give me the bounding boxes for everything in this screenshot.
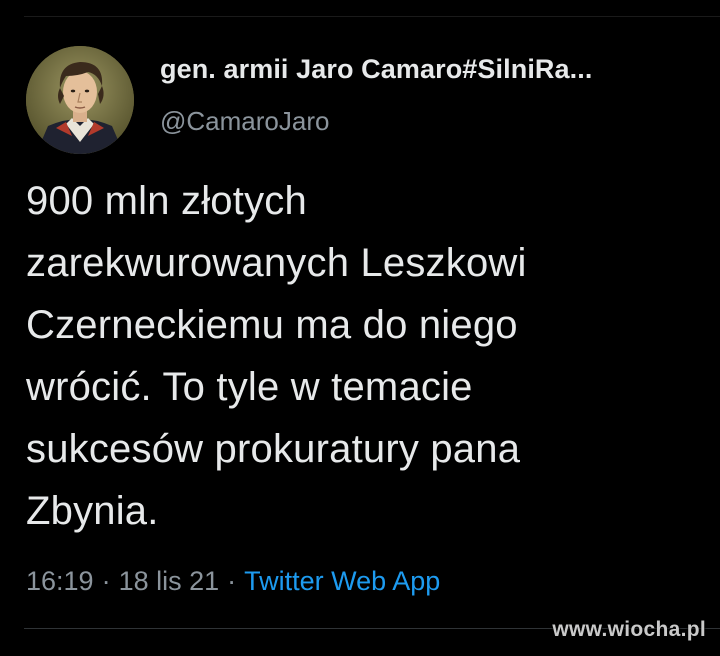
tweet-text: 900 mln złotych zarekwurowanych Leszkowi… bbox=[26, 179, 527, 533]
meta-separator: · bbox=[227, 566, 237, 596]
tweet-card: gen. armii Jaro Camaro#SilniRa... @Camar… bbox=[0, 0, 720, 656]
author-display-name[interactable]: gen. armii Jaro Camaro#SilniRa... bbox=[160, 54, 592, 85]
meta-separator: · bbox=[101, 566, 111, 596]
author-handle[interactable]: @CamaroJaro bbox=[160, 106, 329, 137]
portrait-avatar-icon bbox=[26, 46, 134, 154]
author-avatar[interactable] bbox=[26, 46, 134, 154]
top-divider bbox=[24, 16, 720, 17]
tweet-time[interactable]: 16:19 bbox=[26, 566, 94, 596]
site-watermark: www.wiocha.pl bbox=[552, 618, 706, 641]
tweet-meta: 16:19 · 18 lis 21 · Twitter Web App bbox=[26, 566, 440, 597]
tweet-source-link[interactable]: Twitter Web App bbox=[244, 566, 440, 596]
tweet-date[interactable]: 18 lis 21 bbox=[119, 566, 220, 596]
